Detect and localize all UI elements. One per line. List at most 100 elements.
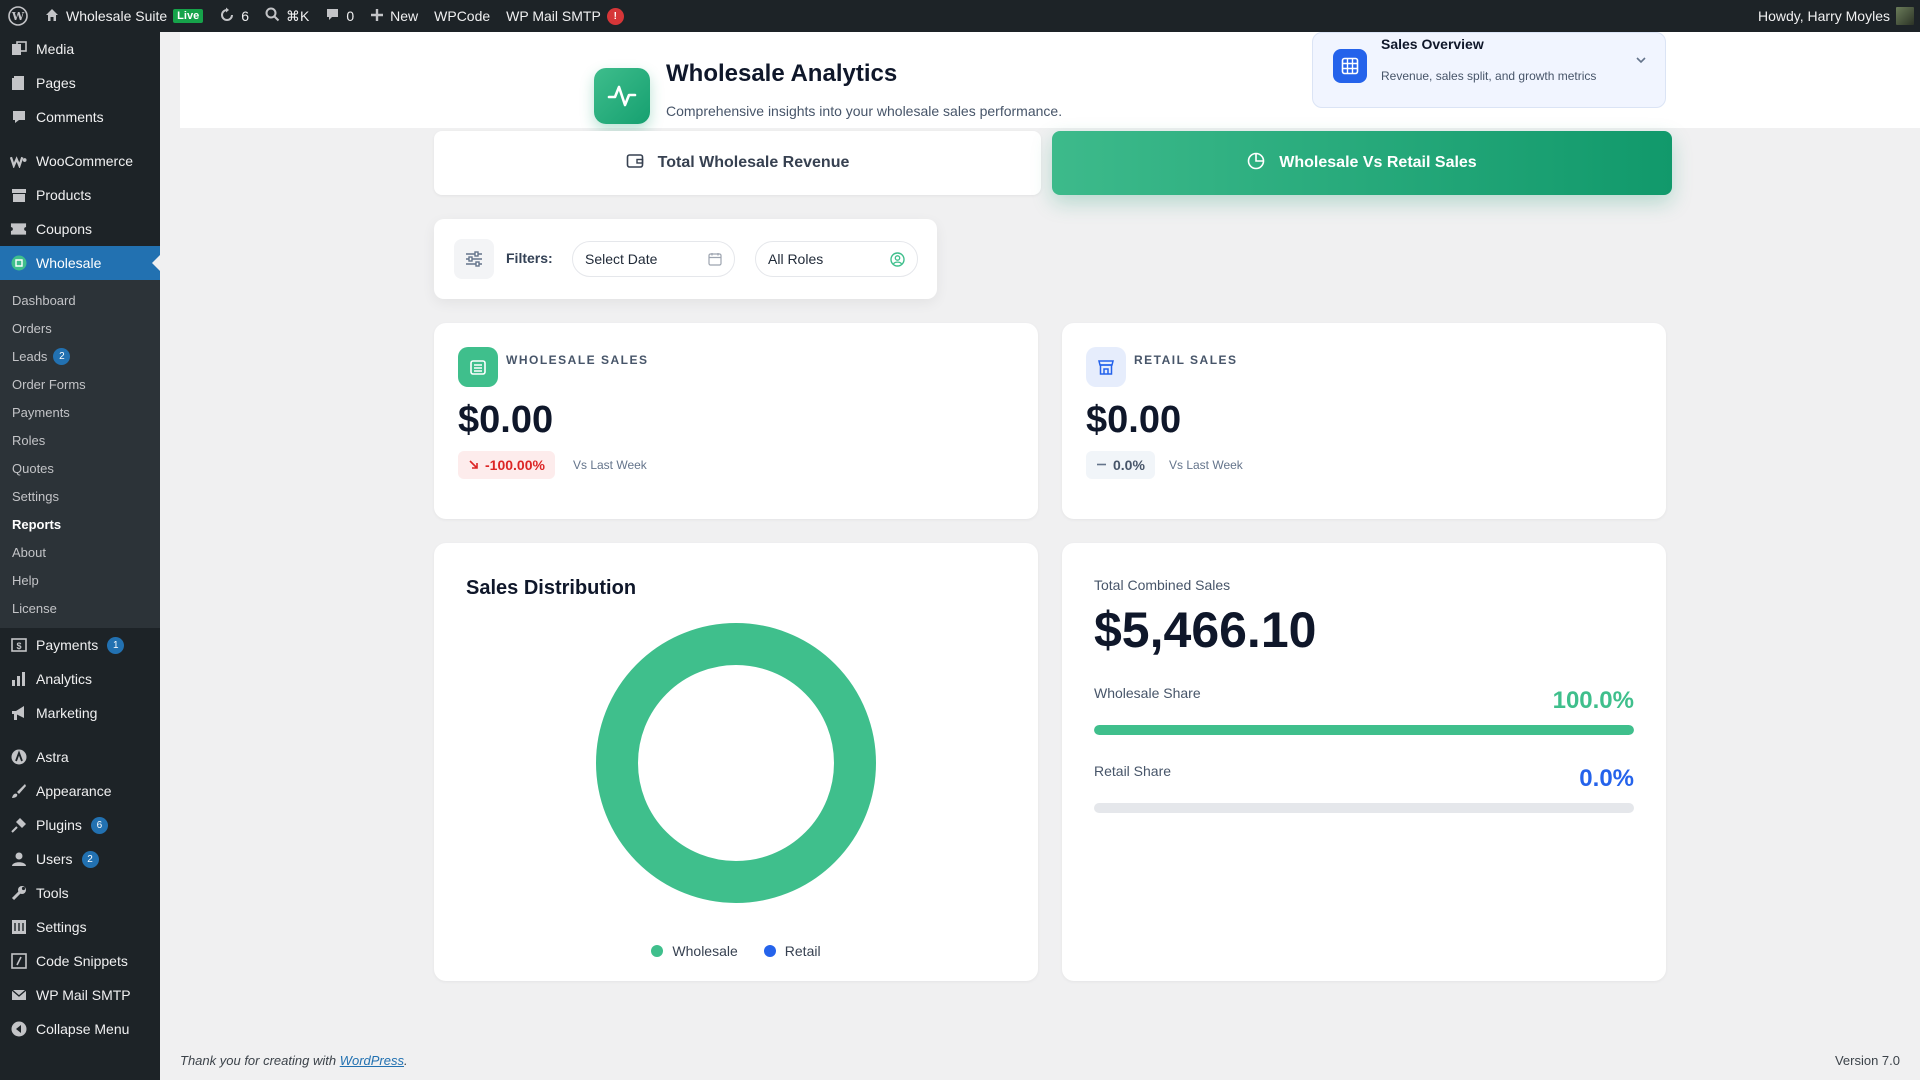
menu-tools[interactable]: Tools bbox=[0, 876, 160, 910]
menu-media[interactable]: Media bbox=[0, 32, 160, 66]
wallet-icon bbox=[626, 152, 644, 175]
submenu-leads[interactable]: Leads 2 bbox=[0, 342, 160, 370]
menu-wholesale[interactable]: Wholesale bbox=[0, 246, 160, 280]
svg-text:$: $ bbox=[16, 641, 21, 651]
tools-icon bbox=[10, 885, 27, 902]
wholesale-share-label: Wholesale Share bbox=[1094, 685, 1201, 701]
submenu-label: License bbox=[12, 600, 57, 616]
menu-wp-mail-smtp[interactable]: WP Mail SMTP bbox=[0, 978, 160, 1012]
menu-woocommerce[interactable]: WooCommerce bbox=[0, 144, 160, 178]
submenu-label: About bbox=[12, 544, 46, 560]
user-circle-icon bbox=[890, 251, 905, 267]
menu-plugins[interactable]: Plugins 6 bbox=[0, 808, 160, 842]
menu-settings[interactable]: Settings bbox=[0, 910, 160, 944]
date-select[interactable]: Select Date bbox=[572, 241, 735, 277]
payments-icon: $ bbox=[10, 637, 27, 654]
wordpress-link[interactable]: WordPress bbox=[340, 1053, 404, 1068]
legend-dot-retail bbox=[763, 945, 776, 957]
change-badge: -100.00% bbox=[458, 451, 555, 479]
submenu-license[interactable]: License bbox=[0, 594, 160, 622]
menu-label: Products bbox=[36, 187, 92, 203]
wordpress-logo-icon[interactable]: W bbox=[0, 0, 36, 32]
shop-icon bbox=[1086, 347, 1126, 387]
sales-overview-dropdown[interactable]: Sales Overview Revenue, sales split, and… bbox=[1312, 32, 1666, 108]
menu-label: Tools bbox=[36, 885, 69, 901]
wholesale-submenu: Dashboard Orders Leads 2 Order Forms Paym… bbox=[0, 280, 160, 628]
legend-wholesale[interactable]: Wholesale bbox=[651, 943, 738, 959]
change-badge: 0.0% bbox=[1086, 451, 1155, 479]
plugins-icon bbox=[10, 817, 27, 834]
wpcode-link[interactable]: WPCode bbox=[426, 0, 498, 32]
comments-link[interactable]: 0 bbox=[317, 0, 362, 32]
tab-wholesale-vs-retail[interactable]: Wholesale Vs Retail Sales bbox=[1052, 131, 1672, 195]
submenu-label: Settings bbox=[12, 488, 59, 504]
users-count-badge: 2 bbox=[81, 850, 99, 868]
menu-label: Media bbox=[36, 41, 75, 57]
submenu-roles[interactable]: Roles bbox=[0, 426, 160, 454]
command-palette-link[interactable]: ⌘K bbox=[257, 0, 317, 32]
filters-label: Filters: bbox=[506, 250, 553, 266]
legend-retail[interactable]: Retail bbox=[763, 943, 821, 959]
menu-label: Astra bbox=[36, 749, 69, 765]
submenu-settings[interactable]: Settings bbox=[0, 482, 160, 510]
site-name-link[interactable]: Wholesale Suite Live bbox=[36, 0, 211, 32]
menu-label: Comments bbox=[36, 109, 104, 125]
combined-label: Total Combined Sales bbox=[1094, 577, 1231, 593]
chevron-down-icon bbox=[1635, 53, 1647, 71]
submenu-about[interactable]: About bbox=[0, 538, 160, 566]
wp-mail-smtp-link[interactable]: WP Mail SMTP ! bbox=[498, 0, 632, 32]
menu-marketing[interactable]: Marketing bbox=[0, 696, 160, 730]
submenu-payments[interactable]: Payments bbox=[0, 398, 160, 426]
home-icon bbox=[44, 7, 60, 26]
menu-label: WooCommerce bbox=[36, 153, 133, 169]
menu-astra[interactable]: Astra bbox=[0, 740, 160, 774]
updates-link[interactable]: 6 bbox=[211, 0, 257, 32]
my-account-link[interactable]: Howdy, Harry Moyles bbox=[1750, 0, 1920, 32]
shortcut-label: ⌘K bbox=[285, 7, 310, 24]
menu-appearance[interactable]: Appearance bbox=[0, 774, 160, 808]
version-text: Version 7.0 bbox=[1834, 1053, 1900, 1068]
submenu-dashboard[interactable]: Dashboard bbox=[0, 286, 160, 314]
smtp-alert-badge: ! bbox=[606, 7, 624, 25]
submenu-orders[interactable]: Orders bbox=[0, 314, 160, 342]
admin-bar: W Wholesale Suite Live 6 ⌘K 0 New WPCode… bbox=[0, 0, 1920, 32]
menu-label: Collapse Menu bbox=[36, 1021, 130, 1037]
menu-code-snippets[interactable]: Code Snippets bbox=[0, 944, 160, 978]
change-value: 0.0% bbox=[1113, 457, 1145, 473]
menu-analytics[interactable]: Analytics bbox=[0, 662, 160, 696]
menu-payments[interactable]: $ Payments 1 bbox=[0, 628, 160, 662]
admin-sidebar: Media Pages Comments WooCommerce Product… bbox=[0, 32, 160, 1080]
submenu-label: Dashboard bbox=[12, 292, 76, 308]
svg-text:W: W bbox=[11, 10, 25, 23]
submenu-help[interactable]: Help bbox=[0, 566, 160, 594]
roles-select[interactable]: All Roles bbox=[755, 241, 918, 277]
menu-products[interactable]: Products bbox=[0, 178, 160, 212]
comment-bubble-icon bbox=[325, 7, 340, 25]
submenu-label: Roles bbox=[12, 432, 46, 448]
submenu-reports[interactable]: Reports bbox=[0, 510, 160, 538]
stat-label: WHOLESALE SALES bbox=[506, 353, 649, 367]
new-content-link[interactable]: New bbox=[362, 0, 426, 32]
updates-count: 6 bbox=[241, 8, 249, 24]
menu-label: Appearance bbox=[36, 783, 112, 799]
menu-collapse[interactable]: Collapse Menu bbox=[0, 1012, 160, 1046]
tab-label: Total Wholesale Revenue bbox=[657, 154, 850, 171]
submenu-label: Help bbox=[12, 572, 39, 588]
legend-label: Wholesale bbox=[672, 943, 738, 959]
menu-users[interactable]: Users 2 bbox=[0, 842, 160, 876]
submenu-label: Reports bbox=[12, 516, 62, 532]
grid-icon bbox=[1333, 49, 1367, 83]
donut-slice-wholesale[interactable] bbox=[596, 623, 876, 903]
sliders-icon bbox=[454, 239, 494, 279]
collapse-icon bbox=[10, 1021, 27, 1038]
submenu-order-forms[interactable]: Order Forms bbox=[0, 370, 160, 398]
submenu-quotes[interactable]: Quotes bbox=[0, 454, 160, 482]
calendar-icon bbox=[708, 252, 722, 266]
store-icon bbox=[458, 347, 498, 387]
tab-total-wholesale-revenue[interactable]: Total Wholesale Revenue bbox=[434, 131, 1041, 195]
menu-comments[interactable]: Comments bbox=[0, 100, 160, 134]
code-snippets-icon bbox=[10, 953, 27, 970]
menu-pages[interactable]: Pages bbox=[0, 66, 160, 100]
footer-thanks: Thank you for creating with WordPress. bbox=[180, 1053, 408, 1068]
menu-coupons[interactable]: Coupons bbox=[0, 212, 160, 246]
